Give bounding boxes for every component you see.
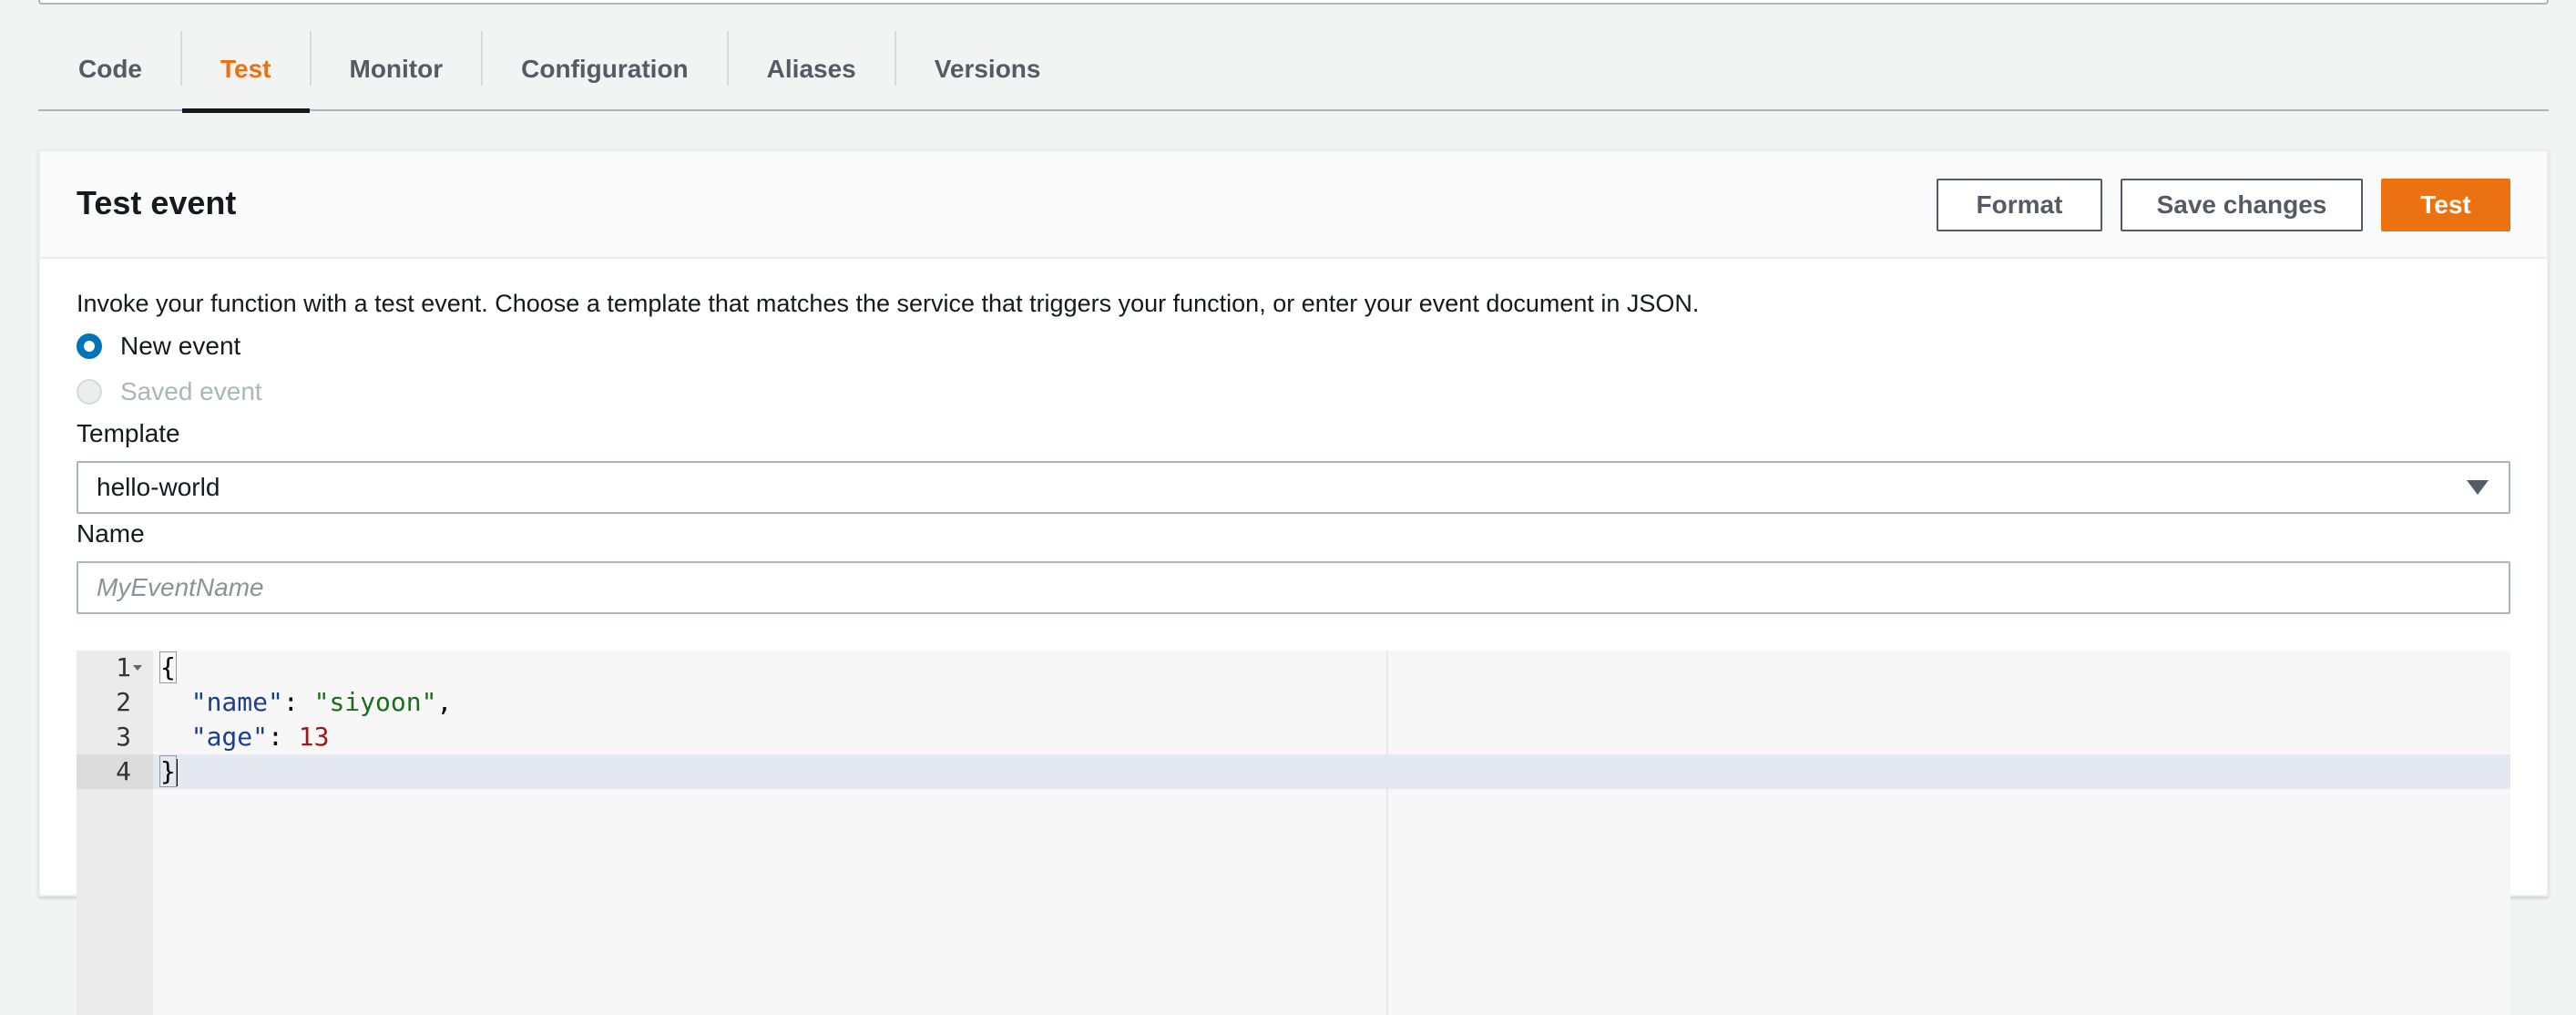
template-select-value: hello-world: [97, 473, 220, 501]
save-changes-button[interactable]: Save changes: [2121, 179, 2363, 231]
code-token-comma: ,: [436, 687, 453, 717]
tab-monitor[interactable]: Monitor: [312, 27, 482, 111]
template-select[interactable]: hello-world: [77, 461, 2510, 514]
tab-configuration[interactable]: Configuration: [483, 27, 727, 111]
saved-event-radio: [77, 379, 102, 405]
code-token-colon: :: [268, 722, 299, 752]
code-token-string: "siyoon": [313, 687, 437, 717]
event-json-editor[interactable]: 1 { 2 "name": "siyoon", 3 "age": 13 4 }: [77, 651, 2510, 1015]
caret-down-icon: [2467, 480, 2489, 495]
saved-event-label: Saved event: [120, 377, 262, 405]
fold-arrow-icon[interactable]: [133, 665, 142, 671]
saved-event-option: Saved event: [77, 377, 262, 406]
tab-code[interactable]: Code: [38, 27, 180, 111]
code-token-brace: }: [159, 755, 177, 787]
code-text: "age": 13: [160, 720, 330, 754]
code-text: "name": "siyoon",: [160, 685, 453, 720]
code-text: }: [159, 754, 178, 789]
tab-test[interactable]: Test: [182, 27, 310, 113]
template-label: Template: [77, 419, 180, 447]
code-token-colon: :: [282, 687, 314, 717]
test-button[interactable]: Test: [2381, 179, 2510, 231]
event-name-input[interactable]: [77, 561, 2510, 614]
line-number: 1: [116, 652, 131, 682]
panel-title: Test event: [77, 184, 237, 221]
line-number: 4: [77, 754, 153, 789]
code-text: {: [159, 651, 177, 685]
test-event-description: Invoke your function with a test event. …: [77, 290, 1700, 317]
code-line: 3 "age": 13: [77, 720, 2510, 754]
code-token-number: 13: [298, 722, 330, 752]
text-cursor: [175, 759, 178, 786]
tab-versions[interactable]: Versions: [896, 27, 1079, 111]
tab-aliases[interactable]: Aliases: [729, 27, 894, 111]
code-line: 2 "name": "siyoon",: [77, 685, 2510, 720]
code-line: 1 {: [77, 651, 2510, 685]
test-event-panel: Test event Format Save changes Test Invo…: [38, 149, 2549, 1015]
new-event-option[interactable]: New event: [77, 332, 240, 361]
top-container-edge: [38, 0, 2549, 5]
code-token-key: "name": [190, 687, 283, 717]
new-event-radio[interactable]: [77, 333, 102, 359]
code-token-brace: {: [159, 651, 177, 683]
function-tabs: Code Test Monitor Configuration Aliases …: [38, 27, 2549, 113]
name-label: Name: [77, 519, 145, 548]
code-token-key: "age": [190, 722, 269, 752]
code-line-active: 4 }: [77, 754, 2510, 789]
line-number: 2: [116, 687, 131, 717]
format-button[interactable]: Format: [1937, 179, 2102, 231]
line-number: 3: [116, 722, 131, 752]
panel-header: Test event Format Save changes Test: [40, 151, 2547, 259]
new-event-label: New event: [120, 332, 241, 360]
